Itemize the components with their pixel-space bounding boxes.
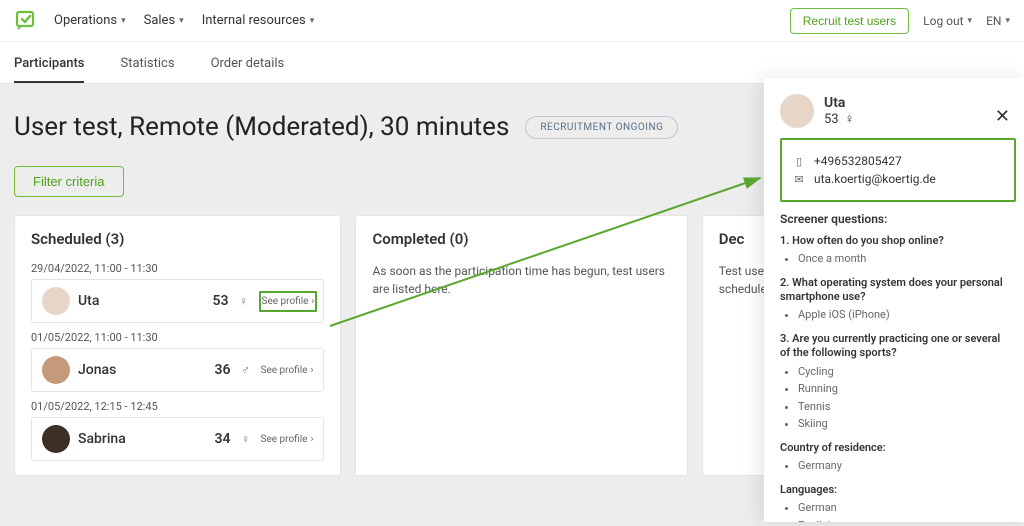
column-completed: Completed (0) As soon as the participati… bbox=[355, 215, 687, 476]
gender-icon: ♀ bbox=[845, 111, 855, 127]
status-badge: RECRUITMENT ONGOING bbox=[525, 116, 678, 139]
country-label: Country of residence: bbox=[780, 441, 1008, 455]
chevron-down-icon: ▾ bbox=[121, 16, 126, 26]
answer: Once a month bbox=[798, 250, 1008, 268]
gender-icon: ♂ bbox=[239, 363, 253, 377]
mail-icon: ✉ bbox=[792, 173, 806, 186]
phone-value: +496532805427 bbox=[814, 154, 902, 168]
slot-time: 01/05/2022, 11:00 - 11:30 bbox=[31, 331, 324, 344]
gender-icon: ♀ bbox=[237, 294, 251, 308]
logout-link[interactable]: Log out▾ bbox=[923, 14, 972, 28]
tab-participants[interactable]: Participants bbox=[14, 56, 84, 83]
see-profile-link[interactable]: See profile› bbox=[262, 296, 315, 307]
chevron-down-icon: ▾ bbox=[968, 16, 973, 26]
panel-age: 53 bbox=[824, 112, 839, 127]
close-icon[interactable]: ✕ bbox=[995, 106, 1010, 127]
nav-internal[interactable]: Internal resources▾ bbox=[202, 13, 315, 28]
chevron-down-icon: ▾ bbox=[1005, 16, 1010, 26]
language-selector[interactable]: EN▾ bbox=[986, 14, 1010, 28]
answer: Cycling bbox=[798, 363, 1008, 381]
phone-icon: ▯ bbox=[792, 155, 806, 168]
email-line: ✉ uta.koertig@koertig.de bbox=[792, 172, 1004, 186]
participant-age: 53 bbox=[207, 293, 229, 309]
question: 1. How often do you shop online? bbox=[780, 234, 1008, 248]
answer: German bbox=[798, 499, 1008, 517]
highlight-annotation: See profile› bbox=[259, 291, 318, 312]
column-scheduled: Scheduled (3) 29/04/2022, 11:00 - 11:30 … bbox=[14, 215, 341, 476]
question: 3. Are you currently practicing one or s… bbox=[780, 332, 1008, 361]
empty-text: As soon as the participation time has be… bbox=[372, 262, 670, 298]
avatar bbox=[780, 94, 814, 128]
chevron-down-icon: ▾ bbox=[310, 16, 315, 26]
avatar bbox=[42, 356, 70, 384]
tab-statistics[interactable]: Statistics bbox=[120, 56, 174, 83]
participant-row: Jonas 36 ♂ See profile› bbox=[31, 348, 324, 392]
see-profile-link[interactable]: See profile› bbox=[261, 365, 314, 376]
slot-time: 29/04/2022, 11:00 - 11:30 bbox=[31, 262, 324, 275]
nav-operations[interactable]: Operations▾ bbox=[54, 13, 126, 28]
panel-name: Uta bbox=[824, 95, 854, 111]
avatar bbox=[42, 287, 70, 315]
page-title: User test, Remote (Moderated), 30 minute… bbox=[14, 112, 509, 142]
answer: Running bbox=[798, 380, 1008, 398]
column-title: Completed (0) bbox=[372, 230, 670, 248]
tab-order-details[interactable]: Order details bbox=[211, 56, 285, 83]
participant-age: 36 bbox=[209, 362, 231, 378]
answer: Skiing bbox=[798, 415, 1008, 433]
participant-row: Uta 53 ♀ See profile› bbox=[31, 279, 324, 323]
answer: Tennis bbox=[798, 398, 1008, 416]
participant-row: Sabrina 34 ♀ See profile› bbox=[31, 417, 324, 461]
participant-name: Sabrina bbox=[78, 431, 201, 447]
nav-sales[interactable]: Sales▾ bbox=[144, 13, 184, 28]
filter-criteria-button[interactable]: Filter criteria bbox=[14, 166, 124, 197]
contact-highlight: ▯ +496532805427 ✉ uta.koertig@koertig.de bbox=[780, 138, 1016, 202]
recruit-button[interactable]: Recruit test users bbox=[790, 8, 909, 34]
languages-label: Languages: bbox=[780, 483, 1008, 497]
participant-age: 34 bbox=[209, 431, 231, 447]
phone-line: ▯ +496532805427 bbox=[792, 154, 1004, 168]
screener-label: Screener questions: bbox=[780, 212, 1008, 226]
chevron-right-icon: › bbox=[311, 296, 314, 307]
column-title: Scheduled (3) bbox=[31, 230, 324, 248]
question: 2. What operating system does your perso… bbox=[780, 276, 1008, 305]
answer: English bbox=[798, 517, 1008, 522]
answer: Apple iOS (iPhone) bbox=[798, 306, 1008, 324]
participant-name: Uta bbox=[78, 293, 199, 309]
participant-name: Jonas bbox=[78, 362, 201, 378]
slot-time: 01/05/2022, 12:15 - 12:45 bbox=[31, 400, 324, 413]
avatar bbox=[42, 425, 70, 453]
see-profile-link[interactable]: See profile› bbox=[261, 434, 314, 445]
email-value: uta.koertig@koertig.de bbox=[814, 172, 936, 186]
chevron-right-icon: › bbox=[310, 365, 313, 376]
chevron-down-icon: ▾ bbox=[179, 16, 184, 26]
app-logo bbox=[14, 9, 38, 33]
chevron-right-icon: › bbox=[310, 434, 313, 445]
gender-icon: ♀ bbox=[239, 432, 253, 446]
profile-panel: ✕ Uta 53 ♀ ▯ +496532805427 ✉ uta.koertig@… bbox=[764, 78, 1024, 522]
answer: Germany bbox=[798, 457, 1008, 475]
